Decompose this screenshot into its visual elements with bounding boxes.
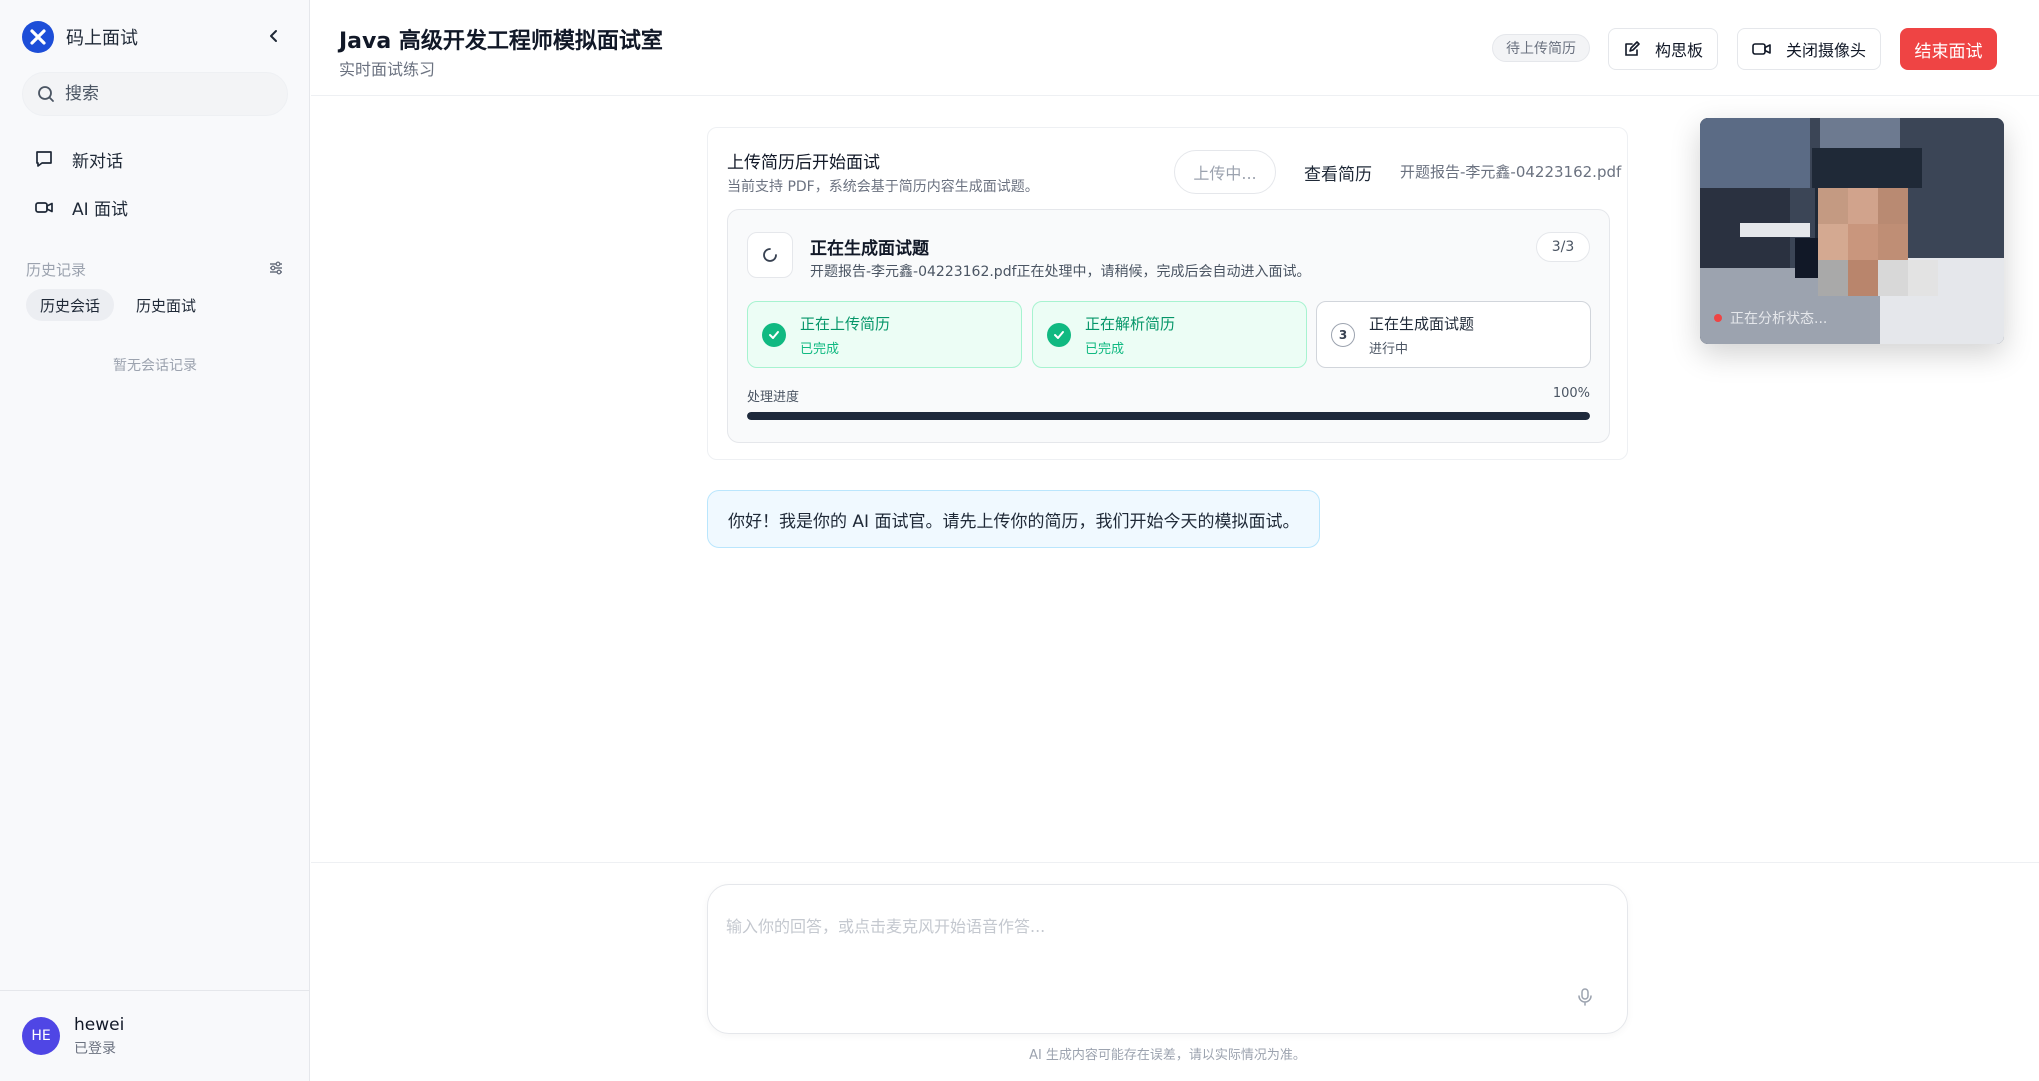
microphone-button[interactable] <box>1576 987 1600 1011</box>
progress-bar <box>747 412 1590 420</box>
sidebar-item-ai-interview[interactable]: AI 面试 <box>22 185 288 229</box>
user-info: hewei 已登录 <box>74 1015 124 1058</box>
generation-description: 开题报告-李元鑫-04223162.pdf正在处理中，请稍候，完成后会自动进入面… <box>810 264 1311 280</box>
generation-panel: 正在生成面试题 开题报告-李元鑫-04223162.pdf正在处理中，请稍候，完… <box>727 209 1610 443</box>
tab-history-interviews[interactable]: 历史面试 <box>122 289 210 321</box>
progress-label: 处理进度 <box>747 390 800 405</box>
step-status: 已完成 <box>800 341 840 357</box>
step-generate: 3 正在生成面试题 进行中 <box>1316 301 1591 368</box>
user-profile[interactable]: HE hewei 已登录 <box>0 990 310 1081</box>
sliders-icon <box>270 261 282 275</box>
check-circle-icon <box>1047 322 1071 347</box>
page-title: Java 高级开发工程师模拟面试室 <box>339 29 663 54</box>
edit-note-icon <box>1625 41 1640 56</box>
check-circle-icon <box>762 322 786 347</box>
resume-upload-card: 上传简历后开始面试 当前支持 PDF，系统会基于简历内容生成面试题。 上传中..… <box>707 127 1628 460</box>
video-camera-icon <box>1752 43 1771 55</box>
generation-count-badge: 3/3 <box>1536 232 1590 262</box>
chat-bubble-icon <box>36 151 52 167</box>
history-empty-text: 暂无会话记录 <box>113 358 197 374</box>
upload-title: 上传简历后开始面试 <box>727 153 880 173</box>
brand-name: 码上面试 <box>66 28 138 49</box>
search-input[interactable] <box>65 84 265 104</box>
resume-file-name: 开题报告-李元鑫-04223162.pdf <box>1400 163 1622 181</box>
view-resume-link[interactable]: 查看简历 <box>1304 160 1372 185</box>
history-filter-button[interactable] <box>268 260 286 278</box>
step-number: 3 <box>1331 322 1355 347</box>
sidebar-item-label: AI 面试 <box>72 199 129 220</box>
end-interview-button[interactable]: 结束面试 <box>1900 28 1997 70</box>
camera-preview[interactable]: 正在分析状态... <box>1700 118 2004 344</box>
ai-message-bubble: 你好！我是你的 AI 面试官。请先上传你的简历，我们开始今天的模拟面试。 <box>707 490 1321 548</box>
step-status: 已完成 <box>1085 341 1125 357</box>
microphone-icon <box>1578 988 1592 1006</box>
sidebar-item-label: 新对话 <box>72 151 123 172</box>
composer-divider <box>311 862 2039 863</box>
toggle-camera-label: 关闭摄像头 <box>1786 41 1867 60</box>
sidebar-item-new-chat[interactable]: 新对话 <box>22 137 288 181</box>
tab-history-chats[interactable]: 历史会话 <box>26 289 115 321</box>
answer-input[interactable] <box>726 913 1586 993</box>
spinner <box>747 232 793 278</box>
progress-fill <box>747 412 1590 420</box>
whiteboard-button[interactable]: 构思板 <box>1608 28 1719 70</box>
user-name: hewei <box>74 1014 125 1035</box>
camera-status-text: 正在分析状态... <box>1730 311 1828 327</box>
recording-dot-icon <box>1714 314 1722 322</box>
sidebar: 码上面试 新对话 AI 面试 历史记录 历史会话 历史面试 暂无会话记录 HE <box>0 0 310 1081</box>
status-badge: 待上传简历 <box>1492 34 1590 62</box>
brand[interactable]: 码上面试 <box>22 21 138 53</box>
chevron-left-icon <box>270 30 277 42</box>
step-status: 进行中 <box>1369 341 1409 357</box>
upload-subtitle: 当前支持 PDF，系统会基于简历内容生成面试题。 <box>727 179 1039 195</box>
generation-title: 正在生成面试题 <box>810 239 929 259</box>
camera-status: 正在分析状态... <box>1714 308 1827 328</box>
step-title: 正在上传简历 <box>800 314 891 333</box>
progress-percent: 100% <box>1552 386 1590 401</box>
page-subtitle: 实时面试练习 <box>339 60 436 79</box>
app-root: 码上面试 新对话 AI 面试 历史记录 历史会话 历史面试 暂无会话记录 HE <box>0 0 2039 1081</box>
whiteboard-label: 构思板 <box>1655 41 1704 60</box>
avatar: HE <box>22 1017 60 1055</box>
collapse-sidebar-button[interactable] <box>262 24 286 48</box>
uploading-button[interactable]: 上传中... <box>1174 150 1276 194</box>
search-box[interactable] <box>22 72 288 116</box>
user-status: 已登录 <box>74 1040 116 1057</box>
search-icon <box>38 86 54 102</box>
video-camera-icon <box>35 202 53 213</box>
composer <box>707 884 1628 1034</box>
brand-logo-icon <box>22 21 54 53</box>
history-section-title: 历史记录 <box>26 261 87 279</box>
step-upload: 正在上传简历 已完成 <box>747 301 1022 368</box>
history-tabs: 历史会话 历史面试 <box>26 289 210 321</box>
toggle-camera-button[interactable]: 关闭摄像头 <box>1737 28 1882 70</box>
step-title: 正在解析简历 <box>1085 314 1176 333</box>
loading-spinner-icon <box>763 248 777 262</box>
disclaimer: AI 生成内容可能存在误差，请以实际情况为准。 <box>1029 1048 1306 1063</box>
step-parse: 正在解析简历 已完成 <box>1032 301 1307 368</box>
step-title: 正在生成面试题 <box>1369 314 1475 333</box>
header: Java 高级开发工程师模拟面试室 实时面试练习 待上传简历 构思板 关闭摄像头… <box>311 0 2039 96</box>
